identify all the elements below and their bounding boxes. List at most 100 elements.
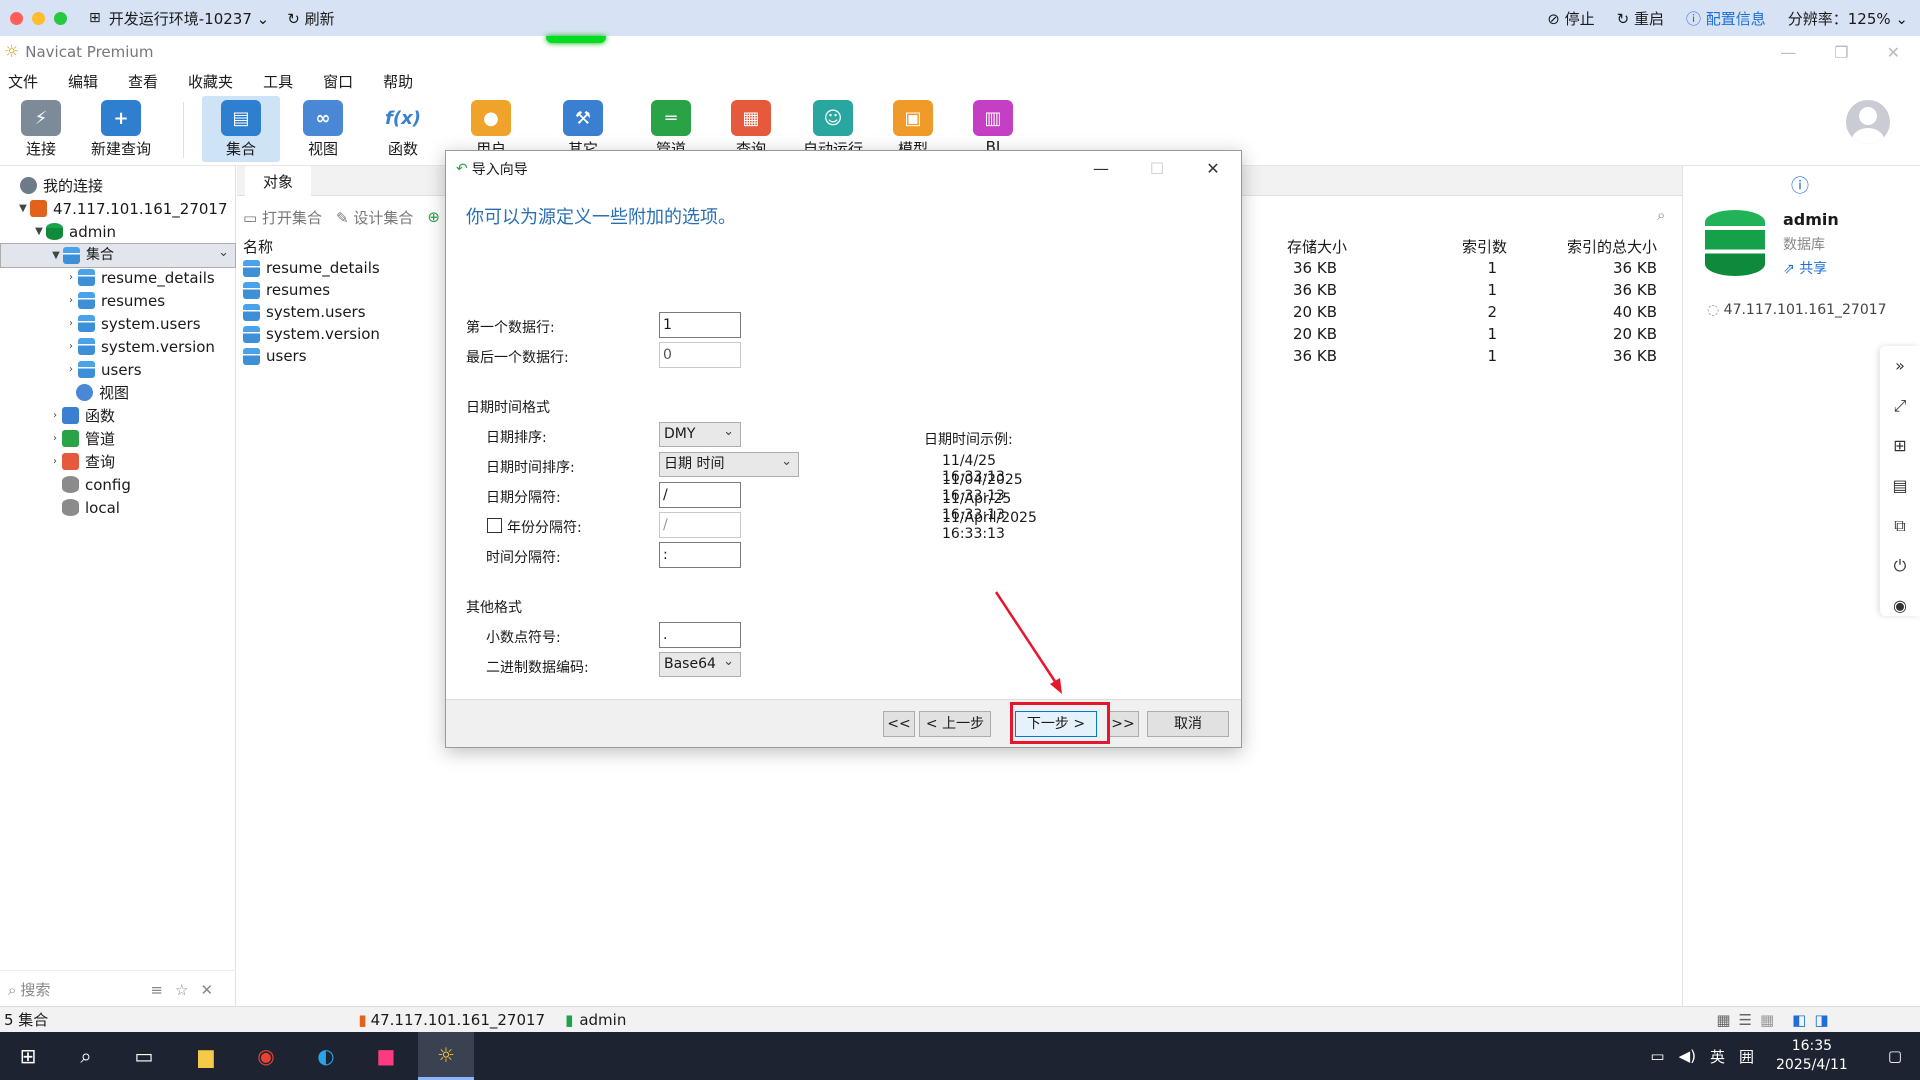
menu-view[interactable]: 查看	[128, 71, 158, 92]
chevron-down-icon[interactable]: ▼	[16, 203, 30, 214]
notification-icon[interactable]: ▢	[1888, 1047, 1902, 1065]
expand-icon[interactable]: »	[1880, 346, 1920, 386]
chevron-down-icon[interactable]: ▼	[32, 226, 46, 237]
refresh-button[interactable]: ↻ 刷新	[287, 8, 334, 29]
chevron-right-icon[interactable]: ›	[64, 295, 78, 306]
menu-window[interactable]: 窗口	[323, 71, 353, 92]
ime-indicator[interactable]: 英	[1710, 1046, 1725, 1067]
first-step-button[interactable]: <<	[883, 711, 915, 737]
toolbar-function-button[interactable]: f(x) 函数	[364, 96, 442, 162]
resolution-selector[interactable]: 分辨率：125% ⌄	[1788, 8, 1908, 29]
toolbar-new-query-button[interactable]: + 新建查询	[82, 96, 160, 162]
column-indexes-header[interactable]: 索引数	[1397, 236, 1507, 257]
table-row[interactable]: resumes	[243, 279, 330, 301]
decimal-input[interactable]: .	[659, 622, 741, 648]
search-icon[interactable]: ⌕	[58, 1032, 114, 1080]
menu-edit[interactable]: 编辑	[68, 71, 98, 92]
menu-tools[interactable]: 工具	[263, 71, 293, 92]
user-avatar[interactable]	[1846, 100, 1890, 144]
tree-db-local[interactable]: local	[0, 496, 236, 519]
split-right-icon[interactable]: ◨	[1814, 1011, 1828, 1029]
open-collection-button[interactable]: ▭ 打开集合	[243, 207, 322, 228]
tree-queries[interactable]: › 查询	[0, 450, 236, 473]
tree-search[interactable]: ⌕ 搜索 ≡ ☆ ✕	[0, 970, 236, 1008]
chevron-right-icon[interactable]: ›	[64, 318, 78, 329]
eye-icon[interactable]: ◉	[1880, 586, 1920, 626]
chevron-right-icon[interactable]: ›	[64, 272, 78, 283]
toolbar-connect-button[interactable]: ⚡ 连接	[2, 96, 80, 162]
stop-button[interactable]: ⊘ 停止	[1547, 8, 1594, 29]
dialog-close-icon[interactable]: ✕	[1185, 151, 1241, 187]
clock[interactable]: 16:35 2025/4/11	[1776, 1037, 1848, 1075]
menu-file[interactable]: 文件	[8, 71, 38, 92]
ime-mode-icon[interactable]: 囲	[1739, 1046, 1754, 1067]
tree-my-connections[interactable]: 我的连接	[0, 174, 236, 197]
tree-collection-item[interactable]: › users	[0, 358, 236, 381]
power-icon[interactable]: ⏻	[1880, 546, 1920, 586]
menu-favorites[interactable]: 收藏夹	[188, 71, 233, 92]
table-row[interactable]: system.version	[243, 323, 380, 345]
minimize-dot[interactable]	[32, 11, 45, 25]
list-view-icon[interactable]: ☰	[1739, 1011, 1752, 1029]
table-row[interactable]: system.users	[243, 301, 366, 323]
binary-encoding-select[interactable]: Base64	[659, 650, 741, 677]
tree-views[interactable]: 视图	[0, 381, 236, 404]
restore-icon[interactable]: ❐	[1834, 43, 1848, 62]
fullscreen-icon[interactable]: ⤢	[1880, 386, 1920, 426]
time-separator-input[interactable]: :	[659, 542, 741, 568]
config-info-button[interactable]: ⓘ 配置信息	[1686, 8, 1766, 29]
chevron-right-icon[interactable]: ›	[64, 341, 78, 352]
menu-help[interactable]: 帮助	[383, 71, 413, 92]
add-icon[interactable]: ⊕	[427, 208, 440, 226]
date-order-select[interactable]: DMY	[659, 420, 741, 447]
share-button[interactable]: ⇗ 共享	[1783, 258, 1827, 278]
last-step-button[interactable]: >>	[1107, 711, 1139, 737]
tree-collection-item[interactable]: › system.users	[0, 312, 236, 335]
chevron-right-icon[interactable]: ›	[48, 456, 62, 467]
tree-collection-item[interactable]: › resumes	[0, 289, 236, 312]
copy-icon[interactable]: ⧉	[1880, 506, 1920, 546]
zoom-dot[interactable]	[54, 11, 67, 25]
chevron-right-icon[interactable]: ›	[64, 364, 78, 375]
filter-icon[interactable]: ≡	[150, 981, 163, 999]
cancel-button[interactable]: 取消	[1147, 711, 1229, 737]
tree-collection-item[interactable]: › resume_details	[0, 266, 236, 289]
close-dot[interactable]	[10, 11, 23, 25]
restart-button[interactable]: ↻ 重启	[1617, 8, 1664, 29]
task-view-icon[interactable]: ▭	[116, 1032, 172, 1080]
tree-search-input[interactable]: 搜索	[20, 979, 50, 1000]
file-explorer-icon[interactable]: ▆	[178, 1032, 234, 1080]
search-icon[interactable]: ⌕	[1657, 206, 1665, 224]
datetime-order-select[interactable]: 日期 时间	[659, 450, 799, 477]
table-row[interactable]: resume_details	[243, 257, 380, 279]
start-button[interactable]: ⊞	[0, 1032, 56, 1080]
date-separator-input[interactable]: /	[659, 482, 741, 508]
column-index-size-header[interactable]: 索引的总大小	[1527, 236, 1657, 257]
design-collection-button[interactable]: ✎ 设计集合	[336, 207, 413, 228]
split-left-icon[interactable]: ◧	[1792, 1011, 1806, 1029]
env-selector[interactable]: 开发运行环境-10237 ⌄	[109, 8, 269, 29]
toolbar-collection-button[interactable]: ▤ 集合	[202, 96, 280, 162]
year-separator-checkbox[interactable]	[487, 518, 502, 533]
column-name-header[interactable]: 名称	[243, 236, 273, 257]
volume-icon[interactable]: ◀)	[1679, 1047, 1696, 1065]
edge-icon[interactable]: ◐	[298, 1032, 354, 1080]
first-row-input[interactable]: 1	[659, 312, 741, 338]
star-icon[interactable]: ☆	[175, 981, 188, 999]
column-storage-header[interactable]: 存储大小	[1247, 236, 1347, 257]
close-icon[interactable]: ✕	[1887, 43, 1900, 62]
last-row-input[interactable]: 0	[659, 342, 741, 368]
tree-functions[interactable]: › 函数	[0, 404, 236, 427]
tree-collections-group[interactable]: ▼ 集合	[0, 241, 236, 268]
detail-view-icon[interactable]: ▦	[1760, 1011, 1774, 1029]
chevron-right-icon[interactable]: ›	[48, 410, 62, 421]
tab-objects[interactable]: 对象	[245, 166, 311, 196]
prev-step-button[interactable]: < 上一步	[919, 711, 991, 737]
toolbar-view-button[interactable]: ∞ 视图	[284, 96, 362, 162]
chevron-right-icon[interactable]: ›	[48, 433, 62, 444]
tree-connection[interactable]: ▼ 47.117.101.161_27017	[0, 197, 236, 220]
minimize-icon[interactable]: —	[1780, 43, 1796, 62]
info-icon[interactable]: ⓘ	[1791, 172, 1809, 198]
tree-collection-item[interactable]: › system.version	[0, 335, 236, 358]
chevron-down-icon[interactable]: ▼	[49, 244, 63, 267]
